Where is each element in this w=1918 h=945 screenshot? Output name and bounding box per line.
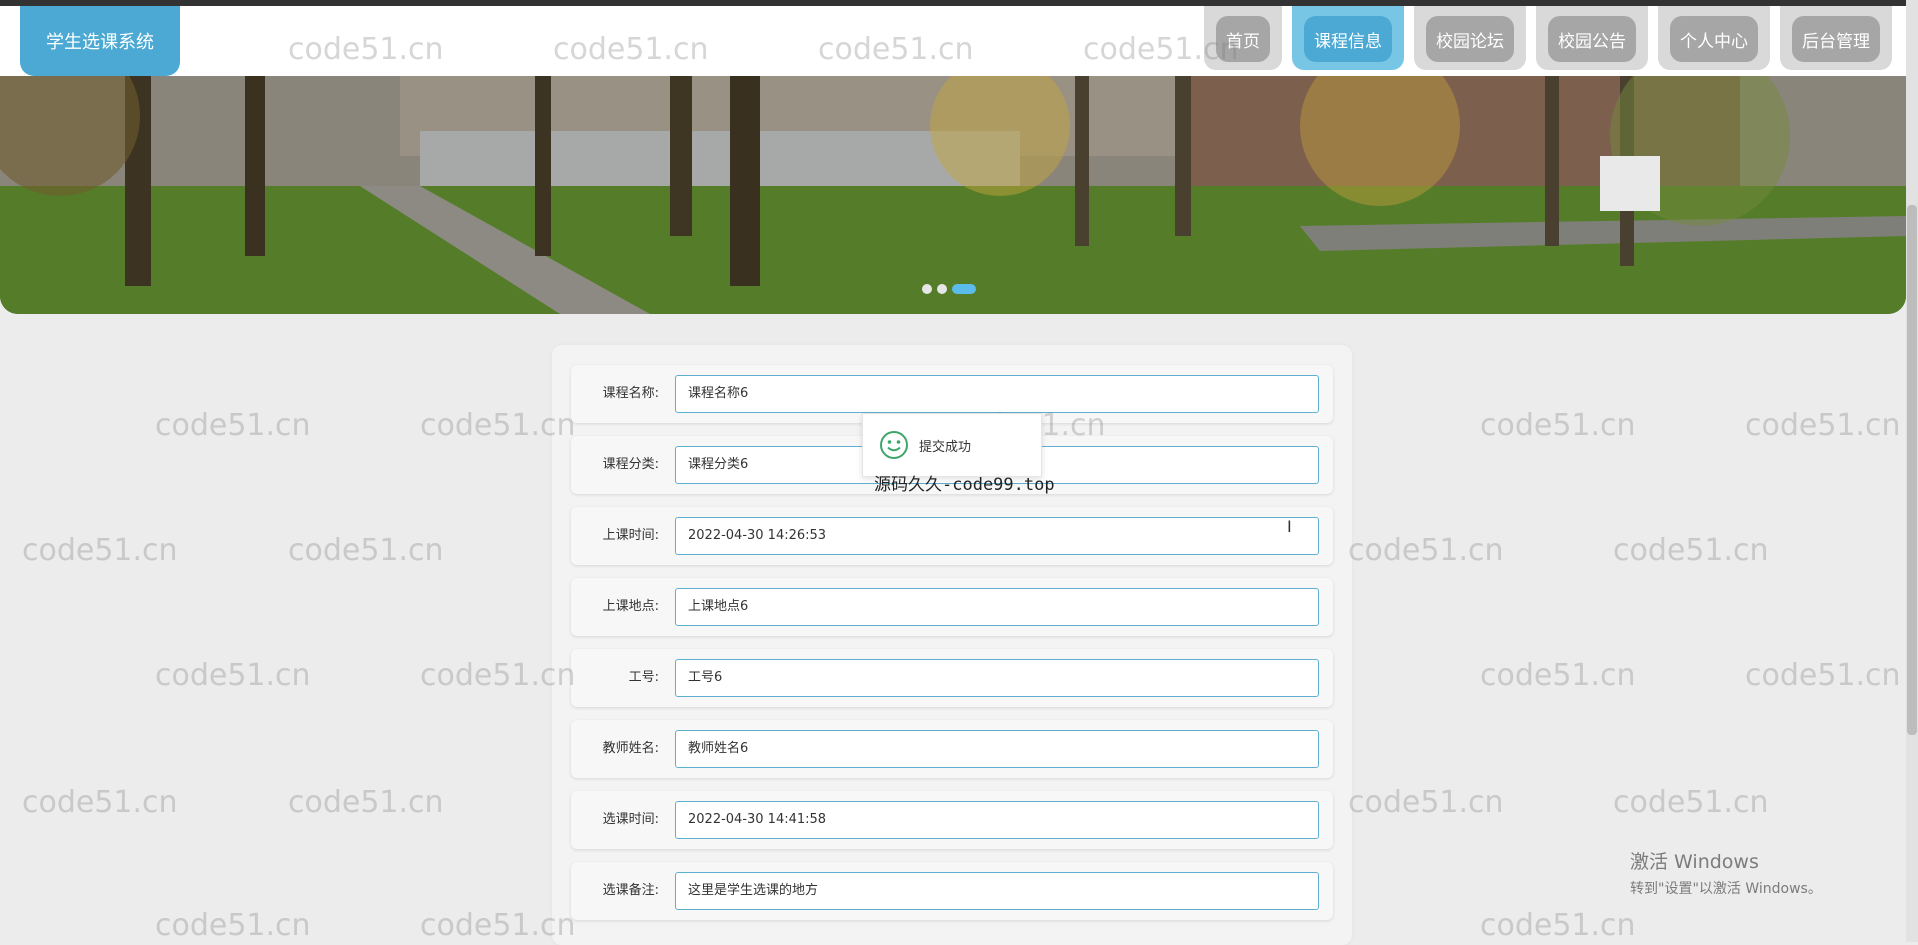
watermark: code51.cn	[1348, 533, 1504, 568]
main-nav: 首页 课程信息 校园论坛 校园公告 个人中心 后台管理	[1204, 6, 1892, 70]
form-row-class-time: 上课时间: 2022-04-30 14:26:53	[571, 507, 1333, 565]
carousel-dot-active[interactable]	[952, 284, 976, 294]
carousel-dot[interactable]	[922, 284, 932, 294]
watermark: code51.cn	[1480, 658, 1636, 693]
field-label: 上课时间:	[602, 528, 659, 543]
watermark: code51.cn	[288, 533, 444, 568]
watermark: code51.cn	[1613, 785, 1769, 820]
nav-item-personal-center[interactable]: 个人中心	[1658, 6, 1770, 70]
form-row-teacher-name: 教师姓名: 教师姓名6	[571, 720, 1333, 778]
nav-label: 个人中心	[1670, 16, 1758, 62]
watermark: code51.cn	[22, 533, 178, 568]
form-row-staff-id: 工号: 工号6	[571, 649, 1333, 707]
nav-label: 后台管理	[1792, 16, 1880, 62]
overlay-text: 源码久久-code99.top	[874, 475, 1055, 495]
nav-label: 校园论坛	[1426, 16, 1514, 62]
staff-id-field[interactable]: 工号6	[675, 659, 1319, 697]
field-label: 教师姓名:	[602, 741, 659, 756]
page-scrollbar[interactable]	[1906, 0, 1918, 942]
watermark: code51.cn	[288, 785, 444, 820]
watermark: code51.cn	[22, 785, 178, 820]
form-row-class-location: 上课地点: 上课地点6	[571, 578, 1333, 636]
field-label: 选课备注:	[602, 883, 659, 898]
carousel-indicators	[922, 284, 976, 294]
selection-remark-field[interactable]: 这里是学生选课的地方	[675, 872, 1319, 910]
class-time-field[interactable]: 2022-04-30 14:26:53	[675, 517, 1319, 555]
field-label: 课程分类:	[602, 457, 659, 472]
form-row-selection-time: 选课时间: 2022-04-30 14:41:58	[571, 791, 1333, 849]
text-cursor-icon: I	[1287, 517, 1292, 536]
course-name-field[interactable]: 课程名称6	[675, 375, 1319, 413]
field-label: 选课时间:	[602, 812, 659, 827]
watermark: code51.cn	[1348, 785, 1504, 820]
nav-item-admin[interactable]: 后台管理	[1780, 6, 1892, 70]
nav-item-announcements[interactable]: 校园公告	[1536, 6, 1648, 70]
class-location-field[interactable]: 上课地点6	[675, 588, 1319, 626]
campus-photo	[0, 76, 1906, 314]
carousel-dot[interactable]	[937, 284, 947, 294]
nav-label: 首页	[1216, 16, 1270, 62]
watermark: code51.cn	[155, 658, 311, 693]
nav-label: 课程信息	[1304, 16, 1392, 62]
watermark: code51.cn	[155, 408, 311, 443]
teacher-name-field[interactable]: 教师姓名6	[675, 730, 1319, 768]
selection-time-field[interactable]: 2022-04-30 14:41:58	[675, 801, 1319, 839]
nav-item-home[interactable]: 首页	[1204, 6, 1282, 70]
watermark: code51.cn	[1480, 908, 1636, 943]
watermark: code51.cn	[1745, 408, 1901, 443]
form-row-selection-remark: 选课备注: 这里是学生选课的地方	[571, 862, 1333, 920]
scrollbar-thumb[interactable]	[1907, 205, 1917, 735]
nav-item-course-info[interactable]: 课程信息	[1292, 6, 1404, 70]
nav-item-forum[interactable]: 校园论坛	[1414, 6, 1526, 70]
field-label: 工号:	[628, 670, 659, 685]
watermark: code51.cn	[1480, 408, 1636, 443]
smile-icon	[880, 431, 908, 459]
activation-subtitle: 转到"设置"以激活 Windows。	[1630, 881, 1822, 897]
watermark: code51.cn	[1613, 533, 1769, 568]
watermark: code51.cn	[1745, 658, 1901, 693]
windows-activation-notice: 激活 Windows 转到"设置"以激活 Windows。	[1630, 847, 1822, 898]
nav-label: 校园公告	[1548, 16, 1636, 62]
field-label: 上课地点:	[602, 599, 659, 614]
watermark: code51.cn	[155, 908, 311, 943]
banner-carousel[interactable]	[0, 76, 1906, 314]
success-toast: 提交成功	[862, 413, 1042, 477]
toast-message: 提交成功	[919, 439, 972, 455]
activation-title: 激活 Windows	[1630, 851, 1759, 873]
field-label: 课程名称:	[602, 386, 659, 401]
app-logo[interactable]: 学生选课系统	[20, 6, 180, 76]
